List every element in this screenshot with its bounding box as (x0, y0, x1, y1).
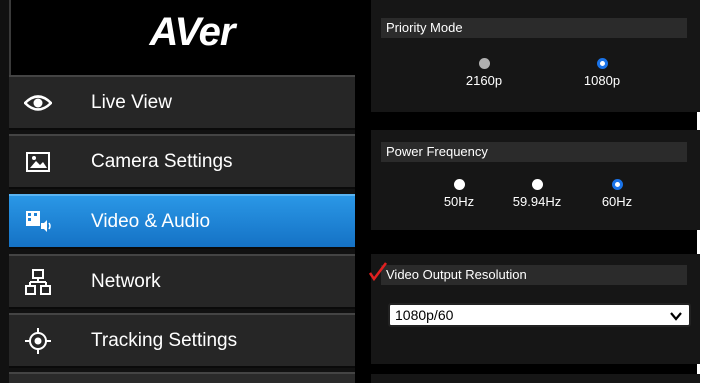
resolution-select[interactable]: 1080p/60 (388, 303, 691, 327)
sidebar-item-label: Network (91, 270, 161, 292)
sidebar-item-label: Tracking Settings (91, 329, 238, 351)
power-frequency-title: Power Frequency (381, 142, 687, 162)
logo-area: AVer (9, 0, 373, 75)
sidebar-item-label: Video & Audio (91, 210, 211, 232)
image-icon (24, 148, 52, 176)
next-settings-group (371, 374, 700, 383)
radio-button[interactable] (478, 58, 490, 69)
eye-icon (24, 89, 52, 117)
radio-option-60hz[interactable]: 60Hz (594, 179, 640, 209)
sidebar-item-video-audio[interactable]: Video & Audio (9, 194, 373, 249)
aver-logo: AVer (149, 10, 236, 54)
sidebar-item-live-view[interactable]: Live View (9, 75, 373, 130)
target-icon (24, 327, 52, 355)
radio-option-1080p[interactable]: 1080p (577, 58, 627, 88)
radio-label: 1080p (583, 73, 621, 88)
radio-label: 60Hz (601, 194, 633, 209)
sidebar-item-tracking-settings[interactable]: Tracking Settings (9, 313, 373, 368)
radio-button[interactable] (453, 179, 465, 190)
radio-option-2160p[interactable]: 2160p (459, 58, 509, 88)
video-output-title: Video Output Resolution (381, 265, 687, 285)
sidebar-item-label: Camera Settings (91, 150, 233, 172)
priority-mode-group: Priority Mode 2160p 1080p (371, 0, 700, 112)
radio-label: 50Hz (443, 194, 475, 209)
radio-label: 2160p (465, 73, 503, 88)
video-audio-icon (24, 208, 52, 236)
sidebar-item-camera-settings[interactable]: Camera Settings (9, 134, 373, 189)
radio-button[interactable] (596, 58, 608, 69)
sidebar-item-network[interactable]: Network (9, 254, 373, 309)
network-icon (24, 268, 52, 296)
sidebar-item-partial (9, 372, 373, 383)
radio-option-59-94hz[interactable]: 59.94Hz (504, 179, 570, 209)
sidebar: AVer Live View Camera Settings Video & A… (0, 0, 373, 383)
power-frequency-group: Power Frequency 50Hz 59.94Hz 60Hz (371, 130, 700, 230)
priority-mode-title: Priority Mode (381, 18, 687, 38)
radio-button[interactable] (611, 179, 623, 190)
sidebar-item-label: Live View (91, 91, 172, 113)
chevron-down-icon (669, 308, 683, 328)
resolution-select-value: 1080p/60 (395, 307, 454, 323)
radio-option-50hz[interactable]: 50Hz (436, 179, 482, 209)
radio-label: 59.94Hz (512, 194, 562, 209)
checkmark-icon (368, 262, 389, 287)
radio-button[interactable] (531, 179, 543, 190)
